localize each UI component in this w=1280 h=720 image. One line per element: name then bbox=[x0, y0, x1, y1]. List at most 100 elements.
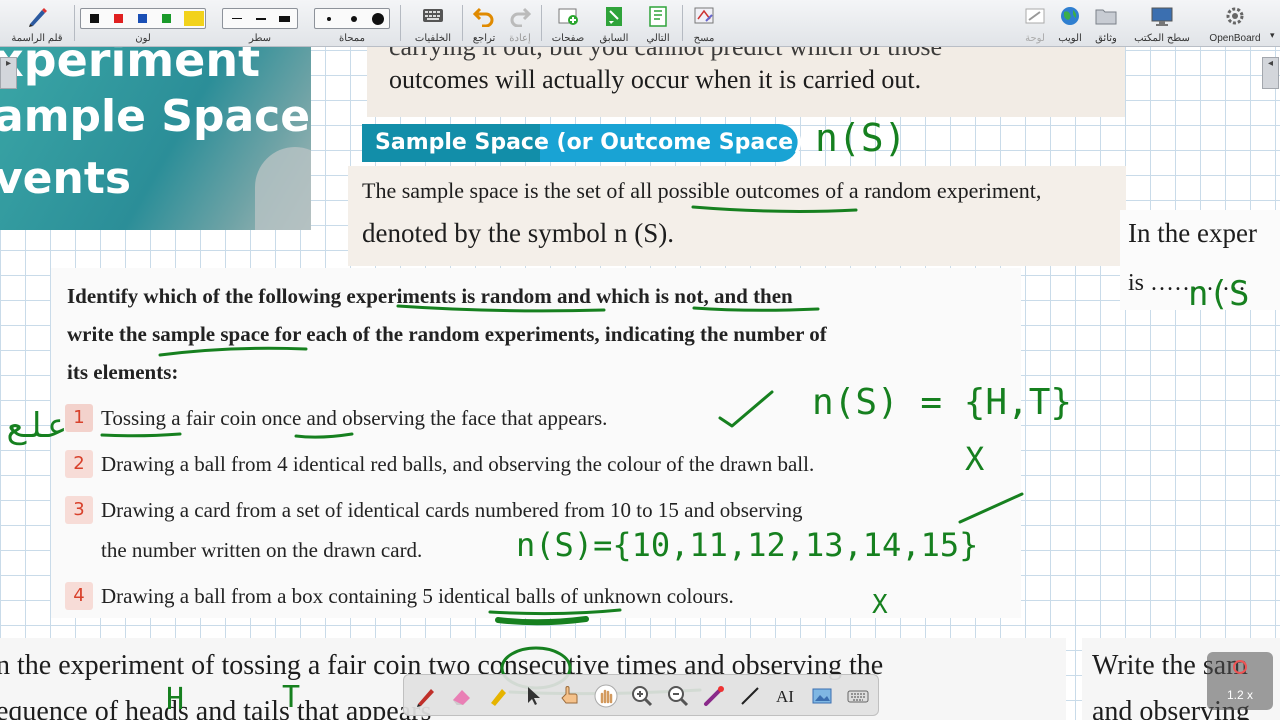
item-text-1: Tossing a fair coin once and observing t… bbox=[101, 406, 608, 430]
separator bbox=[400, 5, 401, 41]
bottom-line2: equence of heads and tails that appears bbox=[0, 696, 432, 720]
redo-button[interactable]: إعادة bbox=[503, 0, 537, 47]
line-thin-button[interactable] bbox=[232, 18, 242, 19]
zoom-in-icon bbox=[632, 686, 653, 707]
right-panel-toggle[interactable]: ◂ bbox=[1262, 57, 1279, 89]
keyboard-grid-icon bbox=[421, 5, 445, 27]
text-button[interactable]: AI bbox=[774, 684, 798, 708]
zoom-out-button[interactable] bbox=[666, 684, 690, 708]
eraser-palette bbox=[314, 8, 390, 29]
documents-button[interactable]: وثائق bbox=[1088, 0, 1124, 47]
color-swatch-black[interactable] bbox=[90, 14, 99, 23]
color-swatch-yellow[interactable] bbox=[184, 11, 204, 26]
line-width-tool: سطر bbox=[222, 0, 298, 47]
eraser-large-button[interactable] bbox=[372, 13, 384, 25]
hand-button[interactable] bbox=[594, 684, 618, 708]
eraser-small-button[interactable] bbox=[327, 17, 331, 21]
chevron-left-icon: ◂ bbox=[1267, 58, 1274, 69]
line-thick-button[interactable] bbox=[279, 16, 290, 22]
keyboard-icon bbox=[847, 690, 869, 703]
svg-text:AI: AI bbox=[776, 687, 794, 706]
pages-label: صفحات bbox=[551, 33, 585, 44]
color-swatch-red[interactable] bbox=[114, 14, 123, 23]
text-icon: AI bbox=[776, 687, 794, 706]
question-line2: write the sample space for each of the r… bbox=[67, 322, 827, 346]
selector-button[interactable] bbox=[522, 684, 546, 708]
board-button[interactable]: لوحة bbox=[1016, 0, 1054, 47]
ink-ns-coin: n(S) = {H,T} bbox=[812, 382, 1073, 423]
ink-ns-cards: n(S)={10,11,12,13,14,15} bbox=[516, 526, 979, 564]
line-icon bbox=[741, 687, 759, 705]
cursor-icon bbox=[528, 687, 540, 705]
definition-snippet[interactable]: The sample space is the set of all possi… bbox=[348, 166, 1126, 266]
separator bbox=[462, 5, 463, 41]
question-line3: its elements: bbox=[67, 360, 179, 384]
ink-tails: T bbox=[282, 680, 301, 715]
pen-button[interactable] bbox=[414, 684, 438, 708]
clear-button[interactable]: مسح bbox=[686, 0, 722, 47]
play-button[interactable] bbox=[558, 684, 582, 708]
backgrounds-button[interactable]: الخلفيات bbox=[408, 0, 458, 47]
openboard-menu-button[interactable]: OpenBoard bbox=[1202, 0, 1268, 47]
ink-ns-banner: n(S) bbox=[815, 116, 907, 160]
ink-arabic-note: علع bbox=[6, 406, 68, 446]
chevron-right-icon: ▸ bbox=[5, 58, 12, 69]
eraser-label: ممحاة bbox=[339, 33, 365, 44]
thumbnail-title-line3: vents bbox=[0, 153, 132, 204]
undo-label: تراجع bbox=[472, 33, 496, 44]
clear-label: مسح bbox=[693, 33, 715, 44]
item-number-4: 4 bbox=[65, 582, 93, 610]
web-button[interactable]: الويب bbox=[1054, 0, 1086, 47]
item-text-3-continued: the number written on the drawn card. bbox=[101, 538, 423, 562]
pen-icon bbox=[417, 689, 434, 707]
line-medium-button[interactable] bbox=[256, 18, 266, 20]
zoom-indicator[interactable]: 1.2 x bbox=[1207, 652, 1273, 710]
ink-cross-item2: X bbox=[965, 440, 985, 478]
previous-page-button[interactable]: السابق bbox=[594, 0, 634, 47]
separator bbox=[541, 5, 542, 41]
zoom-out-icon bbox=[668, 686, 689, 707]
text-snippet-top[interactable]: carrying it out, but you cannot predict … bbox=[367, 32, 1125, 117]
highlighter-icon bbox=[491, 689, 506, 706]
ink-right-ns: n(S bbox=[1188, 274, 1250, 314]
pen-icon bbox=[26, 5, 50, 27]
keyboard-button[interactable] bbox=[846, 684, 870, 708]
marker-button[interactable] bbox=[486, 684, 510, 708]
add-page-icon bbox=[556, 5, 580, 27]
next-page-button[interactable]: التالي bbox=[638, 0, 678, 47]
eraser-tool: ممحاة bbox=[314, 0, 390, 47]
definition-line2: denoted by the symbol n (S). bbox=[362, 218, 674, 248]
zoom-in-button[interactable] bbox=[630, 684, 654, 708]
previous-label: السابق bbox=[599, 33, 629, 44]
pen-tool[interactable]: قلم الراسمة bbox=[2, 0, 72, 47]
color-swatch-blue[interactable] bbox=[138, 14, 147, 23]
capture-button[interactable] bbox=[810, 684, 834, 708]
pages-button[interactable]: صفحات bbox=[546, 0, 590, 47]
line-button[interactable] bbox=[738, 684, 762, 708]
exercise-snippet[interactable]: Identify which of the following experime… bbox=[51, 268, 1021, 618]
chevron-down-icon[interactable]: ▾ bbox=[1270, 30, 1275, 41]
definition-line1: The sample space is the set of all possi… bbox=[362, 178, 1042, 203]
documents-label: وثائق bbox=[1095, 33, 1117, 44]
laser-pointer-button[interactable] bbox=[702, 684, 726, 708]
backgrounds-label: الخلفيات bbox=[414, 33, 452, 44]
color-palette bbox=[80, 8, 206, 29]
item-number-3: 3 bbox=[65, 496, 93, 524]
record-icon bbox=[1233, 660, 1247, 674]
item-text-4: Drawing a ball from a box containing 5 i… bbox=[101, 584, 734, 608]
sample-space-banner[interactable]: Sample Space (or Outcome Space) bbox=[362, 124, 803, 162]
gear-icon bbox=[1223, 5, 1247, 27]
ink-heads: H bbox=[166, 682, 185, 717]
thumbnail-title-line2: ample Space bbox=[0, 91, 311, 142]
color-swatch-green[interactable] bbox=[162, 14, 171, 23]
item-text-3: Drawing a card from a set of identical c… bbox=[101, 498, 803, 522]
desktop-button[interactable]: سطح المكتب bbox=[1126, 0, 1198, 47]
left-panel-toggle[interactable]: ▸ bbox=[0, 57, 17, 89]
undo-button[interactable]: تراجع bbox=[467, 0, 501, 47]
eraser-button[interactable] bbox=[450, 684, 474, 708]
ink-cross-item4: X bbox=[872, 590, 888, 620]
top-toolbar: قلم الراسمة لون سطر ممحاة الخلفيات تراجع… bbox=[0, 0, 1280, 47]
eraser-medium-button[interactable] bbox=[351, 16, 357, 22]
separator bbox=[682, 5, 683, 41]
desktop-label: سطح المكتب bbox=[1134, 33, 1190, 44]
